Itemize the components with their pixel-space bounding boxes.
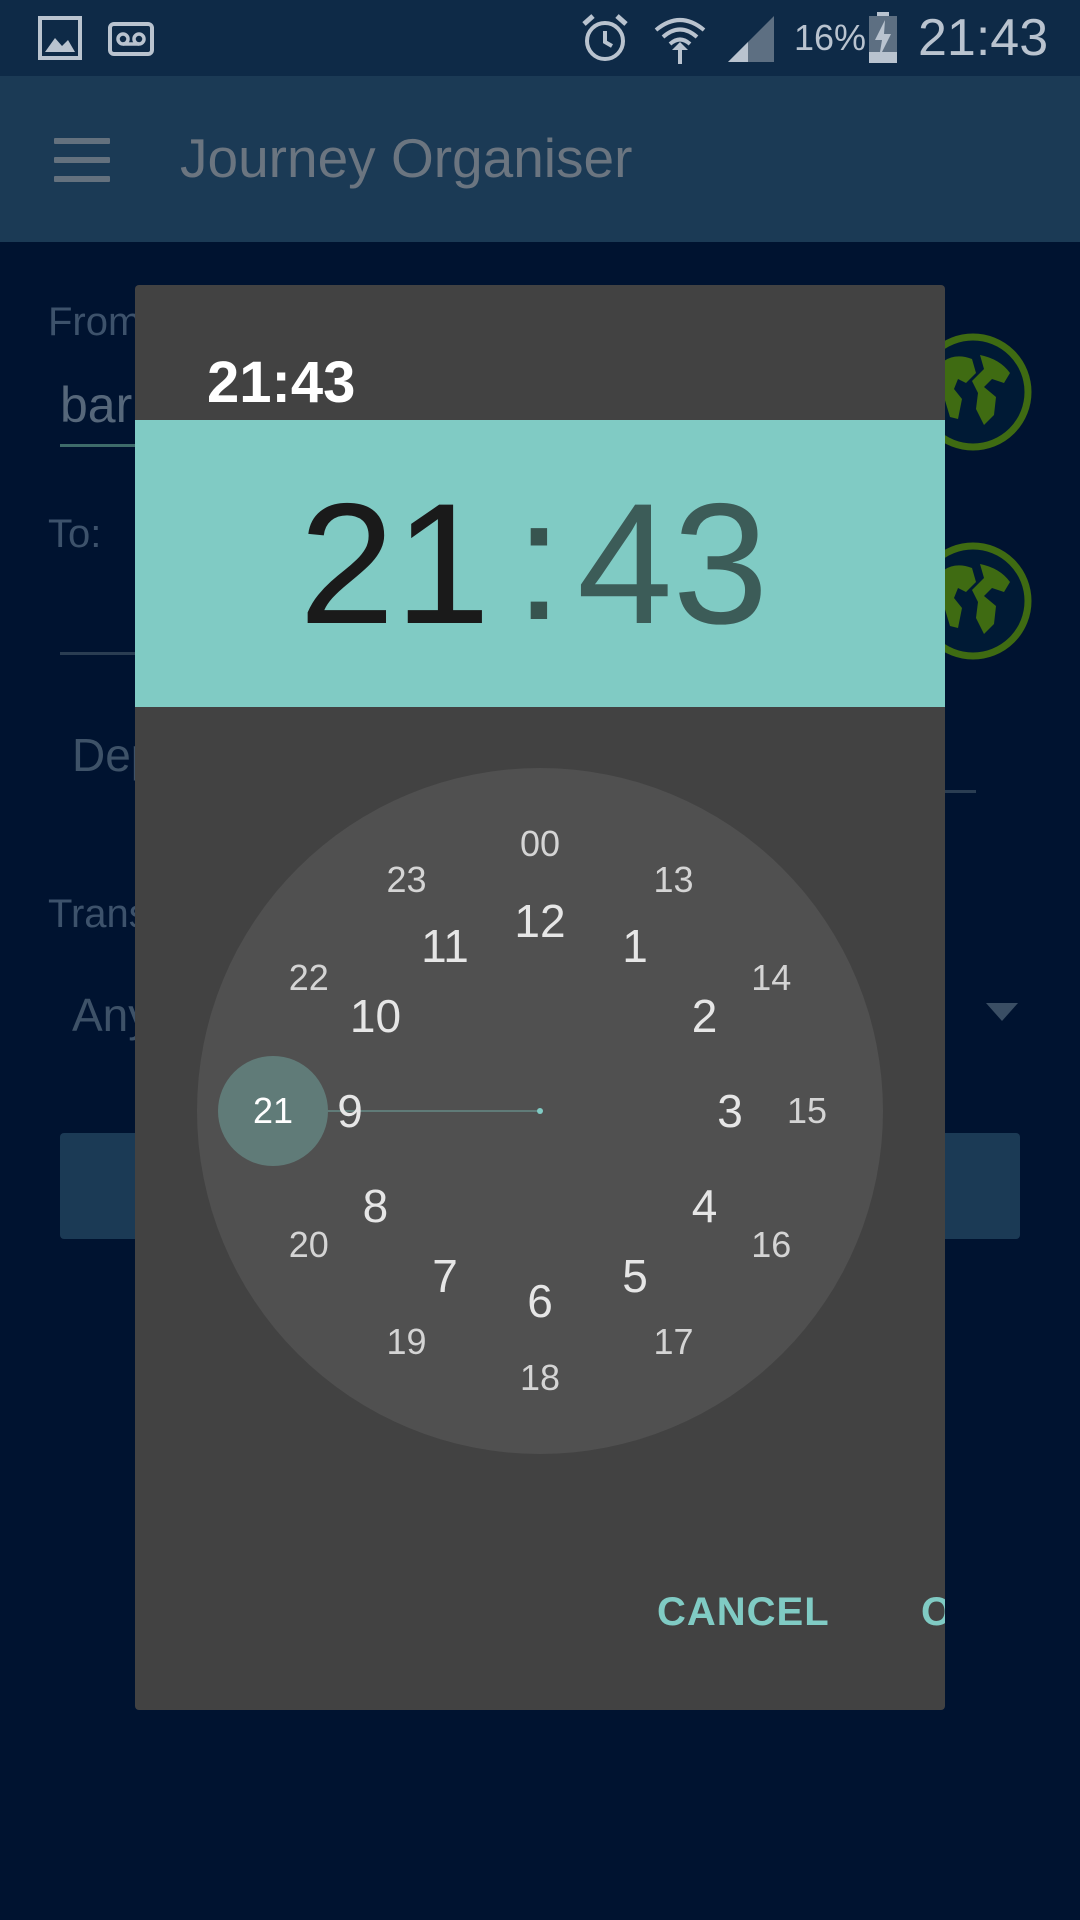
hour-number-17[interactable]: 17 xyxy=(653,1324,693,1360)
hour-number-2[interactable]: 2 xyxy=(692,993,718,1039)
from-underline xyxy=(60,444,140,447)
clock-face[interactable]: 12 1 2 3 4 5 6 7 8 9 10 11 00 13 14 15 16 17 18 19 20 21 22 23 xyxy=(197,768,883,1454)
cancel-button[interactable]: CANCEL xyxy=(657,1590,830,1635)
image-icon xyxy=(38,16,82,60)
time-picker-dialog: 21:43 21 : 43 12 1 2 3 4 5 6 7 8 9 10 11 00 13 14 15 16 1… xyxy=(135,285,945,1710)
app-bar: Journey Organiser xyxy=(0,76,1080,242)
time-header: 21 : 43 xyxy=(135,420,945,707)
signal-icon xyxy=(728,16,774,62)
alarm-icon xyxy=(582,14,628,61)
hour-number-21[interactable]: 21 xyxy=(253,1093,293,1129)
from-input[interactable]: bar xyxy=(60,376,132,434)
battery-percent: 16% xyxy=(794,17,867,58)
hour-number-19[interactable]: 19 xyxy=(386,1324,426,1360)
hour-number-4[interactable]: 4 xyxy=(692,1183,718,1229)
hour-number-18[interactable]: 18 xyxy=(520,1360,560,1396)
hour-number-12[interactable]: 12 xyxy=(514,898,565,944)
status-bar: 16% 21:43 xyxy=(0,0,1080,76)
ok-button[interactable]: OK xyxy=(921,1590,945,1635)
hour-number-16[interactable]: 16 xyxy=(751,1226,791,1263)
hamburger-menu-icon[interactable] xyxy=(50,134,116,186)
hour-number-15[interactable]: 15 xyxy=(787,1093,827,1129)
hour-number-6[interactable]: 6 xyxy=(527,1278,553,1324)
status-clock: 21:43 xyxy=(918,9,1049,67)
hour-number-3[interactable]: 3 xyxy=(717,1088,743,1134)
app-title: Journey Organiser xyxy=(180,127,633,189)
dialog-title: 21:43 xyxy=(207,350,356,415)
hour-number-14[interactable]: 14 xyxy=(751,959,791,996)
to-label: To: xyxy=(48,512,102,556)
hour-display[interactable]: 21 xyxy=(299,478,490,650)
hour-number-20[interactable]: 20 xyxy=(289,1226,329,1263)
from-label: From xyxy=(48,300,142,344)
hour-number-22[interactable]: 22 xyxy=(289,959,329,996)
wifi-icon xyxy=(654,18,706,64)
battery-charging-icon xyxy=(869,12,897,63)
time-separator: : xyxy=(515,464,563,656)
hour-number-5[interactable]: 5 xyxy=(622,1253,648,1299)
hour-number-00[interactable]: 00 xyxy=(520,826,560,862)
to-underline xyxy=(60,652,140,655)
hour-number-7[interactable]: 7 xyxy=(432,1253,458,1299)
hour-number-23[interactable]: 23 xyxy=(386,861,426,898)
transport-label: Trans xyxy=(48,892,149,936)
clock-hand-layer xyxy=(218,1056,543,1166)
dropdown-caret-icon[interactable] xyxy=(986,1003,1018,1021)
hour-number-10[interactable]: 10 xyxy=(350,993,401,1039)
hour-number-9[interactable]: 9 xyxy=(337,1088,363,1134)
depart-underline xyxy=(940,790,976,793)
hour-number-1[interactable]: 1 xyxy=(622,923,648,969)
hour-number-8[interactable]: 8 xyxy=(363,1183,389,1229)
minute-display[interactable]: 43 xyxy=(577,478,768,650)
clock-center-dot xyxy=(537,1108,543,1114)
hour-number-11[interactable]: 11 xyxy=(421,923,469,969)
hour-number-13[interactable]: 13 xyxy=(653,861,693,898)
voicemail-icon xyxy=(108,22,154,56)
